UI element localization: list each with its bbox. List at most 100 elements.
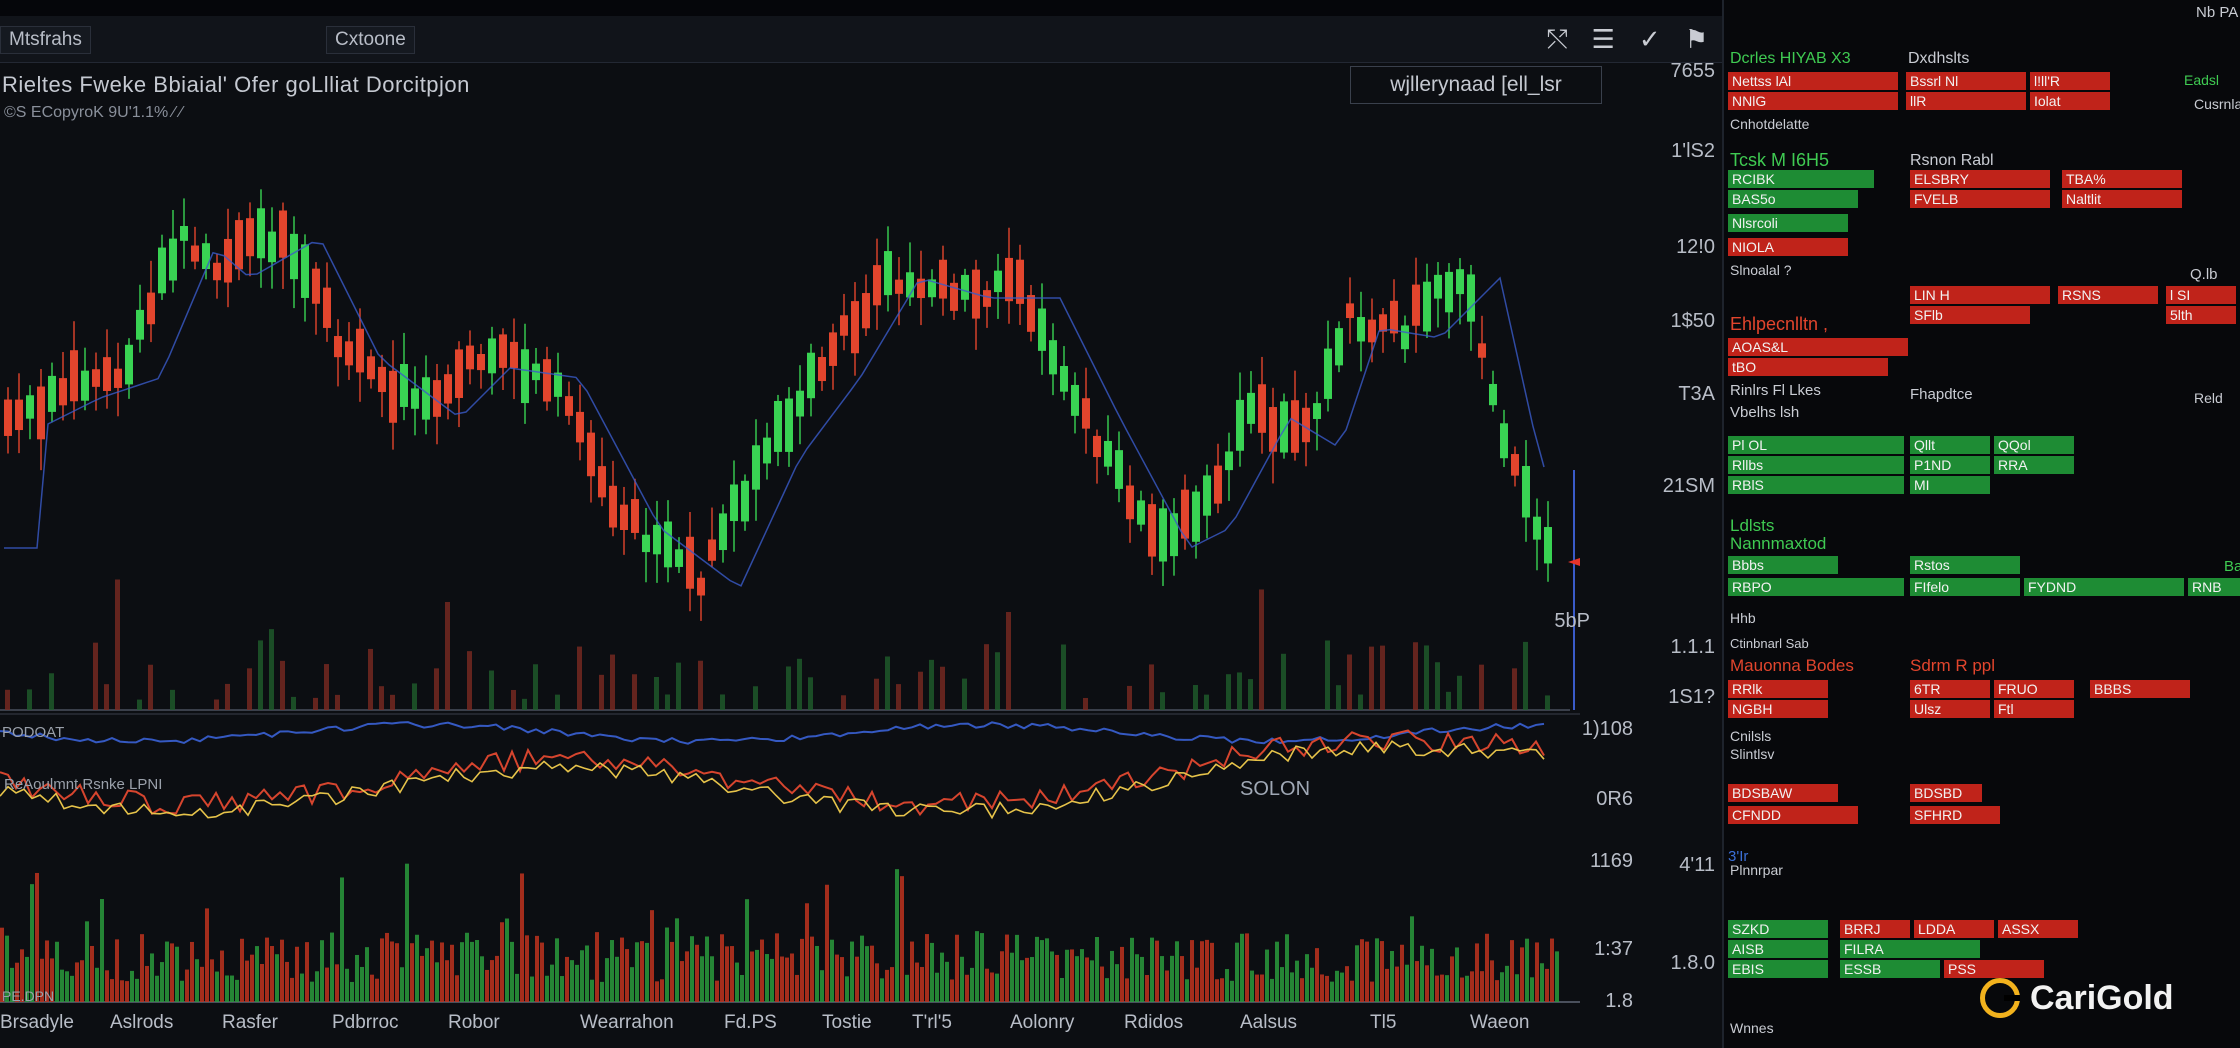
panel-cell[interactable]: RSNS [2058, 286, 2158, 304]
volume-histogram-bar [325, 967, 329, 1002]
oscillator-line-blue [0, 721, 1545, 745]
volume-bar [489, 670, 494, 710]
candle-body [609, 485, 617, 528]
panel-cell[interactable]: Bbbs [1728, 556, 1838, 574]
panel-cell[interactable]: RBlS [1728, 476, 1904, 494]
panel-cell[interactable]: QQol [1994, 436, 2074, 454]
volume-bar [390, 694, 395, 710]
panel-cell[interactable]: RCIBK [1728, 170, 1874, 188]
panel-cell[interactable]: Pl OL [1728, 436, 1904, 454]
panel-cell[interactable]: MI [1910, 476, 1990, 494]
panel-cell[interactable]: Bssrl Nl [1906, 72, 2026, 90]
panel-cell[interactable]: Ftl [1994, 700, 2074, 718]
panel-cell[interactable]: TBA% [2062, 170, 2182, 188]
panel-cell[interactable]: Nlsrcoli [1728, 214, 1848, 232]
volume-bar [225, 683, 230, 710]
price-chart[interactable] [0, 120, 1580, 720]
panel-cell[interactable]: Ulsz [1910, 700, 1990, 718]
volume-bar [1204, 694, 1209, 710]
candle-body [1291, 400, 1299, 453]
panel-cell[interactable]: FVELB [1910, 190, 2050, 208]
volume-histogram-bar [740, 974, 744, 1002]
osc-label-mid: ReAoulmnt Rsnke LPNI [4, 776, 163, 793]
panel-cell[interactable]: P1ND [1910, 456, 1990, 474]
volume-histogram-bar [445, 960, 449, 1002]
panel-cell[interactable]: BRRJ [1840, 920, 1910, 938]
volume-histogram-bar [755, 949, 759, 1002]
panel-cell[interactable]: Naltlit [2062, 190, 2182, 208]
osc-overlay-label: SOLON [1240, 778, 1311, 800]
volume-chart[interactable] [0, 830, 1580, 1010]
panel-cell[interactable]: ESSB [1840, 960, 1940, 978]
panel-cell[interactable]: ELSBRY [1910, 170, 2050, 188]
panel-cell[interactable]: l!ll'R [2030, 72, 2110, 90]
panel-cell[interactable]: ASSX [1998, 920, 2078, 938]
panel-cell[interactable]: Iolat [2030, 92, 2110, 110]
panel-cell[interactable]: BDSBAW [1728, 784, 1838, 802]
crosshair-icon[interactable]: ⤲ [1547, 24, 1568, 54]
checkmark-icon[interactable]: ✓ [1639, 24, 1661, 54]
volume-histogram-bar [590, 979, 594, 1002]
volume-histogram-bar [950, 979, 954, 1002]
tab-left[interactable]: Mtsfrahs [0, 26, 91, 54]
volume-histogram-bar [395, 943, 399, 1002]
panel-cell[interactable]: FIfelo [1910, 578, 2020, 596]
volume-histogram-bar [90, 945, 94, 1002]
volume-histogram-bar [625, 949, 629, 1002]
panel-cell[interactable]: NIOLA [1728, 238, 1848, 256]
panel-cell[interactable]: tBO [1728, 358, 1888, 376]
panel-cell[interactable]: llR [1906, 92, 2026, 110]
volume-histogram-bar [480, 956, 484, 1002]
panel-cell[interactable]: BBBS [2090, 680, 2190, 698]
panel-section-label: Cnilsls [1730, 728, 1772, 744]
panel-cell[interactable]: CFNDD [1728, 806, 1858, 824]
pin-icon[interactable]: ⚑ [1685, 24, 1708, 54]
panel-cell[interactable]: 5lth [2166, 306, 2236, 324]
candle-body [565, 396, 573, 416]
panel-cell[interactable]: FRUO [1994, 680, 2074, 698]
panel-section-label: Ctinbnarl Sab [1730, 636, 1809, 651]
volume-histogram-bar [190, 941, 194, 1002]
volume-histogram-bar [1410, 916, 1414, 1002]
panel-cell[interactable]: PSS [1944, 960, 2044, 978]
volume-histogram-bar [630, 967, 634, 1002]
candle-body [1390, 300, 1398, 334]
chart-title-box[interactable]: wjllerynaad [ell_lsr [1350, 66, 1602, 104]
volume-histogram-bar [820, 970, 824, 1002]
panel-cell[interactable]: Qllt [1910, 436, 1990, 454]
candle-body [1511, 454, 1519, 476]
volume-histogram-bar [965, 974, 969, 1002]
panel-cell[interactable]: SFlb [1910, 306, 2030, 324]
panel-cell[interactable]: AISB [1728, 940, 1828, 958]
panel-cell[interactable]: SZKD [1728, 920, 1828, 938]
volume-histogram-bar [400, 967, 404, 1002]
panel-cell[interactable]: Rstos [1910, 556, 2020, 574]
panel-cell[interactable]: BDSBD [1910, 784, 1982, 802]
panel-cell[interactable]: EBIS [1728, 960, 1828, 978]
layers-icon[interactable]: ☰ [1592, 24, 1615, 54]
panel-cell[interactable]: BAS5o [1728, 190, 1858, 208]
tab-center[interactable]: Cxtoone [326, 26, 415, 54]
panel-cell[interactable]: LIN H [1910, 286, 2050, 304]
panel-cell[interactable]: 6TR [1910, 680, 1990, 698]
panel-cell[interactable]: RRA [1994, 456, 2074, 474]
volume-histogram-bar [665, 927, 669, 1002]
panel-cell[interactable]: FILRA [1840, 940, 1980, 958]
panel-cell[interactable]: FYDND [2024, 578, 2184, 596]
panel-cell[interactable]: NGBH [1728, 700, 1828, 718]
volume-histogram-bar [1525, 938, 1529, 1002]
panel-cell[interactable]: RBPO [1728, 578, 1904, 596]
panel-cell[interactable]: NNlG [1728, 92, 1898, 110]
volume-histogram-bar [595, 932, 599, 1002]
panel-cell[interactable]: Nettss lAl [1728, 72, 1898, 90]
panel-cell[interactable]: AOAS&L [1728, 338, 1908, 356]
panel-cell[interactable]: SFHRD [1910, 806, 2000, 824]
panel-cell[interactable]: l SI [2166, 286, 2236, 304]
panel-cell[interactable]: RNB [2188, 578, 2240, 596]
candle-body [180, 225, 188, 241]
panel-cell[interactable]: Rllbs [1728, 456, 1904, 474]
volume-histogram-bar [1145, 974, 1149, 1002]
panel-cell[interactable]: LDDA [1914, 920, 1994, 938]
candle-body [48, 375, 56, 412]
panel-cell[interactable]: RRlk [1728, 680, 1828, 698]
